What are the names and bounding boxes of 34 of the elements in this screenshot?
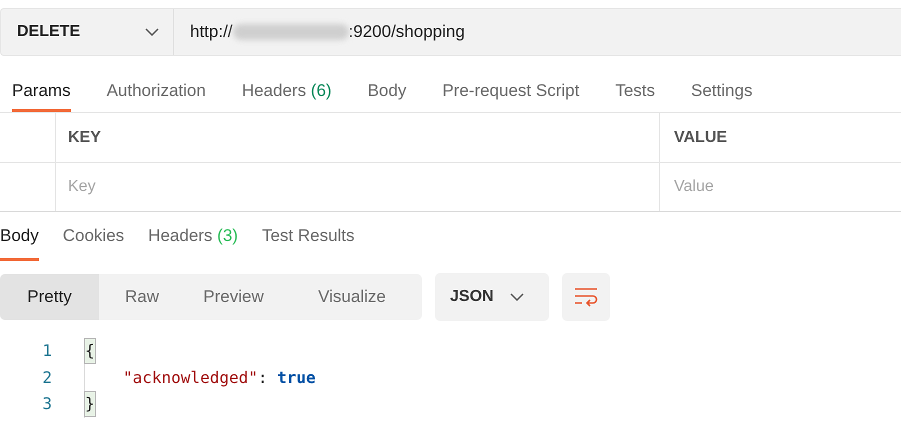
url-field[interactable]: http:// :9200/shopping [174, 9, 901, 55]
view-mode-tab[interactable]: Preview [185, 274, 282, 320]
tab[interactable]: Test Results [262, 213, 355, 261]
tab[interactable]: Body [0, 213, 39, 261]
view-mode-tab[interactable]: Raw [99, 274, 185, 320]
key-input[interactable]: Key [56, 163, 660, 211]
value-input[interactable]: Value [660, 163, 901, 211]
line-number: 3 [41, 393, 53, 416]
line-number: 2 [41, 366, 53, 389]
code-line: { [84, 338, 95, 364]
tab[interactable]: Tests [615, 72, 656, 112]
tab[interactable]: Headers (6) [242, 72, 332, 112]
tab[interactable]: Cookies [62, 213, 124, 261]
url-text: :9200/shopping [348, 21, 465, 44]
view-mode-tab[interactable]: Pretty [0, 274, 99, 320]
wrap-lines-icon [574, 287, 598, 307]
tab[interactable]: Headers (3) [148, 213, 238, 261]
method-dropdown[interactable]: DELETE [1, 9, 174, 55]
tab[interactable]: Body [368, 72, 406, 112]
chevron-down-icon [145, 28, 159, 36]
method-label: DELETE [17, 22, 80, 42]
code-line: } [84, 391, 95, 418]
tab[interactable]: Settings [691, 72, 752, 112]
tab[interactable]: Authorization [106, 72, 206, 112]
wrap-lines-button[interactable] [562, 273, 610, 321]
chevron-down-icon [510, 293, 524, 301]
column-header: VALUE [674, 128, 728, 148]
format-dropdown[interactable]: JSON [435, 273, 549, 321]
tab[interactable]: Pre-request Script [442, 72, 580, 112]
line-number: 1 [41, 340, 53, 362]
tab[interactable]: Params [12, 72, 71, 112]
column-header: KEY [68, 128, 101, 148]
view-mode-tab[interactable]: Visualize [282, 274, 422, 320]
url-text: http:// [190, 21, 233, 44]
